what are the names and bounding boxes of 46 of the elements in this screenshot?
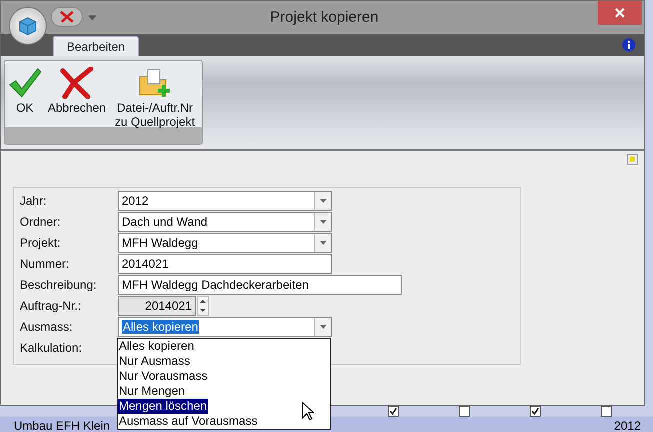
ribbon-tab[interactable]: Bearbeiten	[53, 36, 140, 56]
window-title: Projekt kopieren	[269, 9, 380, 26]
field-label: Projekt:	[20, 236, 62, 250]
info-icon[interactable]	[622, 38, 636, 52]
cross-icon	[60, 67, 94, 99]
field-label: Jahr:	[20, 194, 48, 208]
square-icon	[630, 157, 635, 162]
cube-icon	[17, 15, 39, 37]
checkbox[interactable]	[601, 406, 612, 417]
checkbox[interactable]	[388, 406, 399, 417]
ribbon-button[interactable]: OK	[7, 65, 43, 117]
cross-icon	[60, 11, 74, 23]
field-label: Ausmass:	[20, 320, 74, 334]
checkmark-icon	[8, 67, 42, 99]
close-button[interactable]	[598, 1, 642, 25]
folder-plus-icon	[138, 67, 172, 99]
ribbon-button[interactable]: Datei-/Auftr.Nr zu Quellprojekt	[111, 65, 200, 131]
table-cell: 2012	[614, 419, 641, 432]
mouse-cursor-icon	[302, 402, 314, 421]
input-field[interactable]: 2014021	[118, 254, 332, 274]
field-label: Nummer:	[20, 257, 70, 271]
dropdown-field[interactable]: Alles kopieren	[118, 317, 332, 337]
close-icon	[615, 8, 625, 18]
number-field[interactable]: 2014021	[118, 296, 196, 316]
dropdown-arrow-icon	[320, 241, 326, 245]
up-down-arrows-icon	[200, 299, 206, 313]
dropdown-field[interactable]: MFH Waldegg	[118, 233, 332, 253]
spinner-button[interactable]	[197, 296, 209, 316]
ribbon-button[interactable]: Abbrechen	[47, 65, 108, 117]
dropdown-field[interactable]: 2012	[118, 191, 332, 211]
cancel-quick-button[interactable]	[51, 7, 83, 27]
dropdown-field[interactable]: Dach und Wand	[118, 212, 332, 232]
dropdown-arrow-icon	[320, 220, 326, 224]
application-button[interactable]	[9, 7, 47, 45]
field-label: Beschreibung:	[20, 278, 98, 292]
field-label: Ordner:	[20, 215, 62, 229]
dropdown-option[interactable]: Mengen löschen	[118, 399, 208, 414]
checkbox[interactable]	[459, 406, 470, 417]
input-field[interactable]: MFH Waldegg Dachdeckerarbeiten	[118, 275, 402, 295]
dropdown-arrow-icon	[320, 325, 326, 329]
field-label: Kalkulation:	[20, 341, 84, 355]
customize-arrow-icon[interactable]	[89, 14, 96, 20]
table-cell: Umbau EFH Klein	[14, 419, 110, 432]
field-label: Auftrag-Nr.:	[20, 299, 82, 313]
checkbox[interactable]	[530, 406, 541, 417]
dropdown-arrow-icon	[320, 199, 326, 203]
